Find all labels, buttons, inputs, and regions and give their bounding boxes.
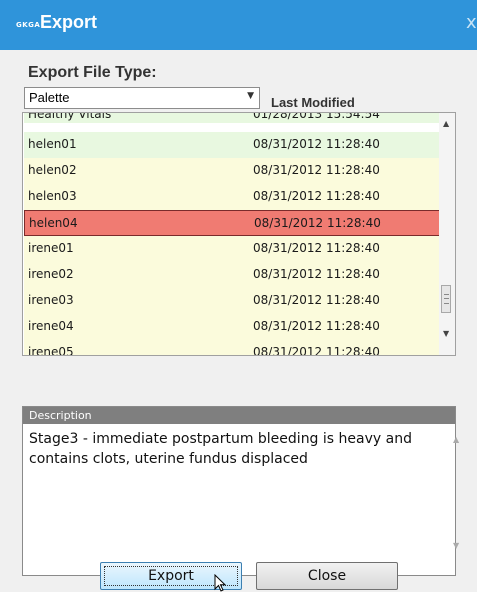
app-logo: GKGA — [16, 21, 41, 29]
close-button[interactable]: Close — [256, 562, 398, 590]
scroll-up-icon[interactable]: ▲ — [453, 435, 459, 444]
window-title: Export — [40, 12, 98, 32]
description-label: Description — [29, 409, 92, 422]
scroll-down-icon[interactable]: ▼ — [443, 329, 449, 338]
list-item-date: 01/28/2013 15:54:54 — [253, 112, 380, 121]
list-item-name: helen04 — [29, 216, 78, 230]
close-button-label: Close — [307, 568, 347, 584]
list-item-name: irene02 — [28, 267, 74, 281]
list-item-date: 08/31/2012 11:28:40 — [253, 241, 380, 255]
list-item-date: 08/31/2012 11:28:40 — [253, 163, 380, 177]
list-item[interactable]: helen01 08/31/2012 11:28:40 — [24, 132, 454, 158]
description-text: Stage3 - immediate postpartum bleeding i… — [29, 431, 412, 467]
export-file-type-label: Export File Type: — [28, 64, 157, 81]
list-item-date: 08/31/2012 11:28:40 — [253, 319, 380, 333]
file-list[interactable]: Healthy Vitals 01/28/2013 15:54:54 helen… — [22, 112, 456, 356]
list-item[interactable]: irene01 08/31/2012 11:28:40 — [24, 236, 454, 262]
list-item-date: 08/31/2012 11:28:40 — [253, 293, 380, 307]
list-item[interactable]: helen02 08/31/2012 11:28:40 — [24, 158, 454, 184]
list-item[interactable]: helen03 08/31/2012 11:28:40 — [24, 184, 454, 210]
list-item-date: 08/31/2012 11:28:40 — [254, 216, 381, 230]
list-item-name: helen01 — [28, 137, 77, 151]
mouse-cursor-icon — [214, 574, 227, 592]
list-item-name: irene01 — [28, 241, 74, 255]
list-item[interactable]: irene05 08/31/2012 11:28:40 — [24, 340, 454, 356]
chevron-down-icon: ▼ — [247, 91, 254, 101]
list-item[interactable]: Healthy Vitals 01/28/2013 15:54:54 — [24, 113, 454, 123]
list-item-date: 08/31/2012 11:28:40 — [253, 189, 380, 203]
title-bar: GKGA Export x — [0, 0, 477, 50]
scroll-up-icon[interactable]: ▲ — [443, 119, 449, 128]
list-scrollbar[interactable]: ▲ ▼ — [439, 113, 455, 355]
export-file-type-value: Palette — [29, 90, 70, 105]
list-item-name: helen02 — [28, 163, 77, 177]
scroll-down-icon[interactable]: ▼ — [453, 541, 459, 550]
list-item[interactable]: irene04 08/31/2012 11:28:40 — [24, 314, 454, 340]
description-header: Description — [23, 407, 455, 424]
list-item-date: 08/31/2012 11:28:40 — [253, 267, 380, 281]
close-window-button[interactable]: x — [466, 12, 477, 33]
list-item-selected[interactable]: helen04 08/31/2012 11:28:40 — [24, 210, 454, 236]
grip-icon — [444, 294, 449, 304]
list-item-name: irene03 — [28, 293, 74, 307]
list-item-name: irene05 — [28, 345, 74, 356]
export-file-type-select[interactable]: Palette ▼ — [24, 87, 260, 109]
list-item[interactable]: irene02 08/31/2012 11:28:40 — [24, 262, 454, 288]
list-item-date: 08/31/2012 11:28:40 — [253, 345, 380, 356]
description-panel: Description Stage3 - immediate postpartu… — [22, 406, 459, 576]
last-modified-header[interactable]: Last Modified — [271, 95, 355, 110]
list-item-name: helen03 — [28, 189, 77, 203]
list-item-name: irene04 — [28, 319, 74, 333]
list-item-name: Healthy Vitals — [28, 112, 112, 121]
list-item[interactable]: irene03 08/31/2012 11:28:40 — [24, 288, 454, 314]
list-item-date: 08/31/2012 11:28:40 — [253, 137, 380, 151]
scroll-thumb[interactable] — [441, 285, 451, 313]
